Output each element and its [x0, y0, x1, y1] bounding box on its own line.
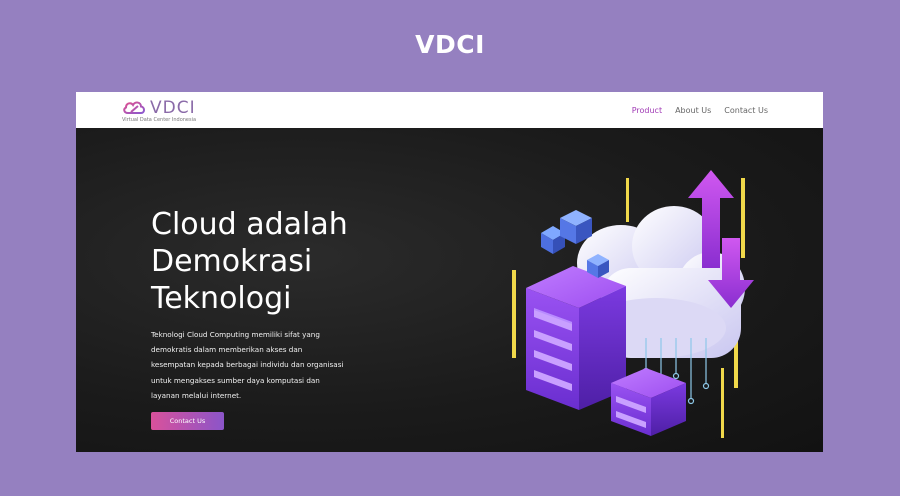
logo-subtitle: Virtual Data Center Indonesia	[122, 117, 197, 123]
website-screenshot: VDCI Virtual Data Center Indonesia Produ…	[76, 92, 823, 452]
light-bar	[512, 270, 516, 358]
cloud-server-illustration	[506, 168, 766, 448]
hero-description-line: Teknologi Cloud Computing memiliki sifat…	[151, 330, 320, 339]
hero-title-line: Teknologi	[151, 281, 292, 316]
hero-title: Cloud adalah Demokrasi Teknologi	[151, 206, 431, 317]
nav-link-product[interactable]: Product	[632, 106, 662, 115]
hero-description: Teknologi Cloud Computing memiliki sifat…	[151, 327, 386, 403]
contact-us-button[interactable]: Contact Us	[151, 412, 224, 430]
hero-section: Cloud adalah Demokrasi Teknologi Teknolo…	[76, 128, 823, 452]
hero-title-line: Demokrasi	[151, 244, 313, 279]
logo[interactable]: VDCI Virtual Data Center Indonesia	[122, 96, 202, 126]
page-title: VDCI	[415, 30, 485, 59]
nav-links: Product About Us Contact Us	[632, 92, 768, 128]
nav-link-about-us[interactable]: About Us	[675, 106, 711, 115]
hero-description-line: untuk mengakses sumber daya komputasi da…	[151, 375, 320, 385]
hero-title-line: Cloud adalah	[151, 207, 348, 242]
hero-description-line: layanan melalui internet.	[151, 390, 242, 400]
navbar: VDCI Virtual Data Center Indonesia Produ…	[76, 92, 823, 128]
hero-description-line: kesempatan kepada berbagai individu dan …	[151, 360, 344, 370]
nav-link-contact-us[interactable]: Contact Us	[724, 106, 768, 115]
hero-description-line: demokratis dalam memberikan akses dan	[151, 345, 303, 355]
cloud-logo-icon	[123, 101, 145, 114]
logo-text: VDCI	[150, 98, 196, 118]
